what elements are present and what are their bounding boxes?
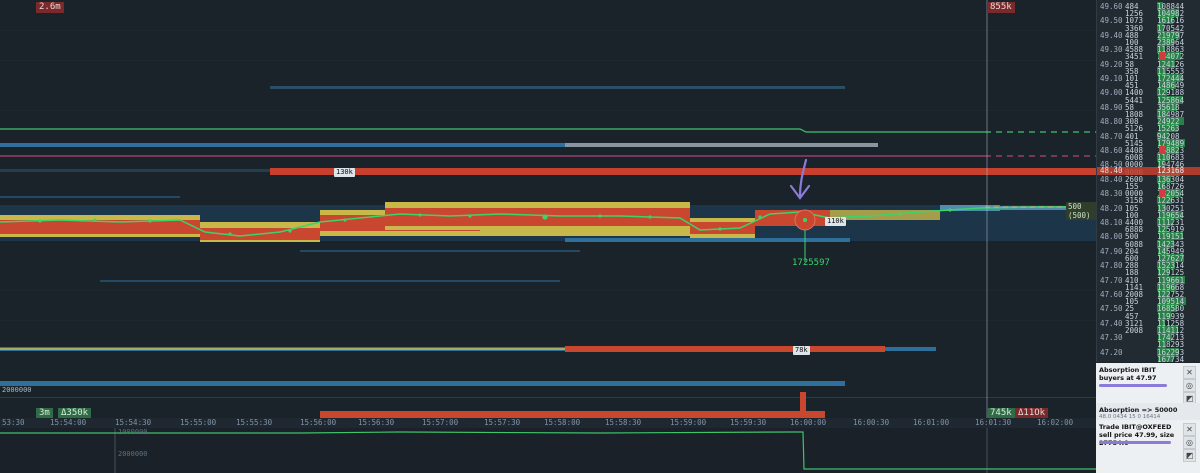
annotation-underline [1099, 441, 1171, 444]
time-tick: 15:56:30 [358, 418, 395, 427]
app-window: 2.6m 855k 130k 110k 78k 1725597 500 (500… [0, 0, 1200, 473]
ladder-highlight-row[interactable]: 48.40 123168 [1097, 167, 1200, 175]
volume-bar [320, 411, 825, 418]
time-tick: 16:02:00 [1037, 418, 1074, 427]
level-label-130k: 130k [334, 168, 355, 177]
price-ladder[interactable]: 49.60 484 108844 1256 104982 49.50 1073 161616 3… [1096, 0, 1200, 362]
time-tick: 53:30 [2, 418, 25, 427]
time-tick: 16:01:30 [975, 418, 1012, 427]
right-volume-badge: 855k [987, 2, 1015, 13]
large-ask-level [270, 168, 1096, 175]
cumulative-delta-pane[interactable]: 1000000 2000000 [0, 428, 1096, 473]
alert-text: Absorption IBIT buyers at 47.97 [1099, 366, 1157, 382]
time-tick: 15:57:30 [484, 418, 521, 427]
time-tick: 15:54:00 [50, 418, 87, 427]
ladder-red-marker [1159, 146, 1165, 154]
target-icon[interactable]: ◎ [1183, 379, 1196, 392]
time-tick: 16:00:00 [790, 418, 827, 427]
time-axis[interactable]: 53:30 15:54:00 15:54:30 15:55:00 15:55:3… [0, 418, 1096, 428]
time-tick: 15:59:00 [670, 418, 707, 427]
level-label-78k: 78k [793, 346, 810, 355]
ladder-red-marker [1159, 52, 1165, 61]
time-tick: 15:55:00 [180, 418, 217, 427]
time-tick: 15:56:00 [300, 418, 337, 427]
current-price-label: 500 (500) [1066, 202, 1096, 220]
large-bid-level [565, 346, 885, 352]
green-level-line [0, 128, 985, 133]
level-label-110k: 110k [825, 217, 846, 226]
time-tick: 15:55:30 [236, 418, 273, 427]
delta-axis-value-2: 2000000 [118, 450, 148, 458]
alert-absorption-threshold[interactable]: Absorption => 50000 48.0 0434 15 0 16414 [1096, 403, 1200, 420]
ladder-row[interactable]: 167734 [1097, 354, 1200, 362]
ladder-bid-size: 167734 [1157, 354, 1185, 362]
time-tick: 15:57:00 [422, 418, 459, 427]
time-tick: 15:54:30 [115, 418, 152, 427]
left-axis-value: 2000000 [2, 386, 32, 394]
annotation-underline [1099, 384, 1167, 387]
chart-icon[interactable]: ◩ [1183, 449, 1196, 462]
time-tick: 15:59:30 [730, 418, 767, 427]
ladder-red-marker [1159, 189, 1165, 198]
highlight-price: 48.40 [1100, 166, 1123, 175]
left-volume-badge: 2.6m [36, 2, 64, 13]
alert-absorption-buyers[interactable]: Absorption IBIT buyers at 47.97 ✕ ◎ ◩ [1096, 363, 1200, 405]
time-tick: 16:00:30 [853, 418, 890, 427]
highlight-size: 123168 [1157, 166, 1185, 175]
target-icon[interactable]: ◎ [1183, 436, 1196, 449]
alert-trade-sell[interactable]: Trade IBIT@OXFEED sell price 47.99, size… [1096, 420, 1200, 473]
heatmap-canvas [0, 0, 1096, 418]
delta-chart [0, 428, 1096, 473]
liquidity-band [270, 86, 845, 89]
liquidity-band [0, 381, 845, 386]
liquidity-band [0, 169, 270, 172]
time-tick: 15:58:00 [544, 418, 581, 427]
price-heat-band [0, 202, 1096, 242]
volume-bar [800, 392, 806, 418]
delta-axis-value-1: 1000000 [118, 428, 148, 436]
heatmap-pane[interactable]: 2.6m 855k 130k 110k 78k 1725597 500 (500… [0, 0, 1096, 419]
close-icon[interactable]: ✕ [1183, 423, 1196, 436]
trade-volume-label: 1725597 [792, 258, 830, 268]
close-icon[interactable]: ✕ [1183, 366, 1196, 379]
time-tick: 16:01:00 [913, 418, 950, 427]
time-tick: 15:58:30 [605, 418, 642, 427]
